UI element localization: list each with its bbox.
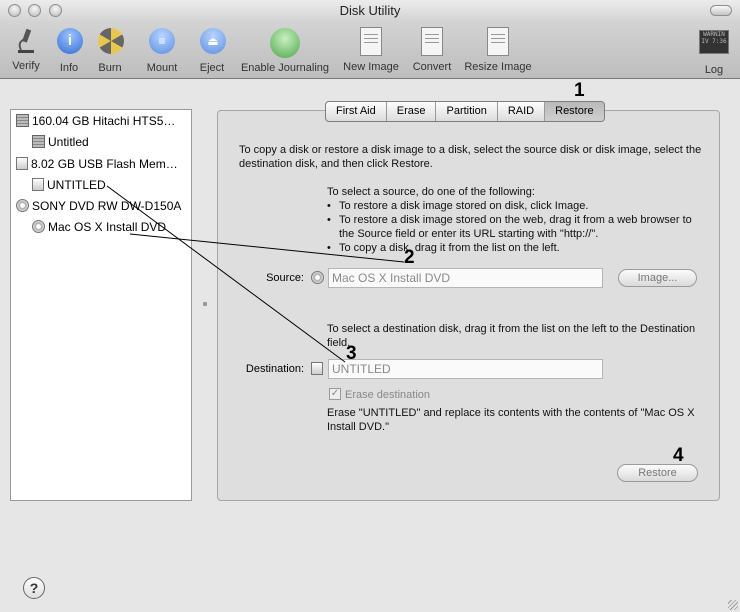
sidebar-item-label: 8.02 GB USB Flash Mem… (31, 157, 178, 171)
callout-2: 2 (404, 247, 415, 268)
burn-label: Burn (98, 62, 122, 74)
dvd-icon (32, 220, 45, 233)
sidebar-item-label: 160.04 GB Hitachi HTS5… (32, 114, 176, 128)
log-label: Log (704, 64, 724, 76)
usb-disk-icon (16, 157, 28, 170)
sidebar-item-label: UNTITLED (47, 178, 106, 192)
erase-warning-text: Erase "UNTITLED" and replace its content… (327, 407, 695, 433)
hard-disk-icon (16, 114, 29, 127)
sidebar-item-label: Mac OS X Install DVD (48, 220, 167, 234)
new-image-icon (360, 27, 382, 56)
volume-icon (32, 135, 45, 148)
sidebar-item-usb-flash[interactable]: 8.02 GB USB Flash Mem… (16, 155, 178, 173)
eject-icon: ⏏ (200, 28, 226, 54)
burn-button[interactable]: Burn (96, 26, 124, 74)
sidebar-item-mac-os-dvd[interactable]: Mac OS X Install DVD (32, 218, 166, 236)
tab-first-aid[interactable]: First Aid (326, 102, 387, 121)
tab-raid[interactable]: RAID (498, 102, 546, 121)
info-icon: i (57, 28, 83, 54)
verify-label: Verify (12, 60, 40, 72)
bullet-1: • (327, 200, 331, 212)
destination-disk-icon (311, 362, 323, 375)
source-bullet-3: To copy a disk, drag it from the list on… (339, 242, 560, 254)
journaling-icon (270, 28, 300, 58)
image-button[interactable]: Image... (618, 269, 697, 287)
sidebar-item-label: Untitled (48, 135, 89, 149)
mount-icon: ≡ (149, 28, 175, 54)
sidebar-item-label: SONY DVD RW DW-D150A (32, 199, 182, 213)
info-button[interactable]: i Info (55, 26, 83, 74)
callout-1: 1 (574, 80, 585, 101)
source-dvd-icon (311, 271, 324, 284)
restore-button[interactable]: Restore (617, 464, 698, 482)
mount-button[interactable]: ≡ Mount (144, 26, 180, 74)
erase-destination-checkbox[interactable]: ✓ (329, 388, 341, 400)
info-label: Info (59, 62, 79, 74)
source-label: Source: (266, 272, 304, 284)
destination-instructions: To select a destination disk, drag it fr… (327, 323, 696, 349)
microscope-icon (11, 26, 41, 56)
verify-button[interactable]: Verify (9, 26, 43, 72)
volume-icon (32, 178, 44, 191)
sidebar-item-hitachi-disk[interactable]: 160.04 GB Hitachi HTS5… (16, 112, 175, 130)
enable-journaling-button[interactable]: Enable Journaling (238, 26, 332, 74)
burn-icon (98, 28, 124, 54)
destination-label: Destination: (245, 363, 304, 375)
resize-image-icon (487, 27, 509, 56)
optical-drive-icon (16, 199, 29, 212)
new-image-button[interactable]: New Image (341, 26, 401, 73)
bullet-3: • (327, 242, 331, 254)
resize-grip[interactable] (728, 600, 738, 610)
eject-label: Eject (199, 62, 225, 74)
tab-bar: First Aid Erase Partition RAID Restore (325, 101, 605, 122)
enable-journaling-label: Enable Journaling (240, 62, 330, 74)
convert-label: Convert (412, 61, 452, 73)
eject-button[interactable]: ⏏ Eject (198, 26, 226, 74)
destination-field[interactable]: UNTITLED (328, 359, 603, 379)
source-field[interactable]: Mac OS X Install DVD (328, 268, 603, 288)
source-instructions-title: To select a source, do one of the follow… (327, 186, 535, 198)
close-window-button[interactable] (8, 4, 21, 17)
split-view-handle[interactable] (203, 302, 207, 306)
disk-utility-window: Disk Utility Verify i Info Burn ≡ Mount … (0, 0, 740, 612)
source-bullet-1: To restore a disk image stored on disk, … (339, 200, 589, 212)
sidebar-item-sony-dvd[interactable]: SONY DVD RW DW-D150A (16, 197, 181, 215)
toolbar: Verify i Info Burn ≡ Mount ⏏ Eject Enabl… (0, 22, 740, 79)
tab-partition[interactable]: Partition (436, 102, 498, 121)
title-bar: Disk Utility (0, 0, 740, 22)
zoom-window-button[interactable] (49, 4, 62, 17)
log-icon: WARNIN IV 7:36 (699, 30, 729, 54)
callout-3: 3 (346, 343, 357, 364)
convert-button[interactable]: Convert (410, 26, 454, 73)
mount-label: Mount (146, 62, 178, 74)
disk-list-sidebar[interactable]: 160.04 GB Hitachi HTS5… Untitled 8.02 GB… (10, 109, 192, 501)
tab-erase[interactable]: Erase (387, 102, 437, 121)
sidebar-item-untitled-usb-volume[interactable]: UNTITLED (32, 176, 106, 194)
erase-destination-label: Erase destination (345, 389, 430, 401)
sidebar-item-untitled-volume[interactable]: Untitled (32, 133, 89, 151)
source-bullet-2: To restore a disk image stored on the we… (339, 214, 692, 240)
restore-intro-text: To copy a disk or restore a disk image t… (239, 144, 702, 170)
toolbar-toggle-button[interactable] (710, 5, 732, 16)
window-title: Disk Utility (339, 3, 401, 18)
resize-image-label: Resize Image (464, 61, 532, 73)
minimize-window-button[interactable] (28, 4, 41, 17)
resize-image-button[interactable]: Resize Image (463, 26, 533, 73)
log-button[interactable]: WARNIN IV 7:36 Log (698, 26, 730, 76)
tab-restore[interactable]: Restore (545, 102, 604, 121)
callout-4: 4 (673, 445, 684, 466)
convert-icon (421, 27, 443, 56)
help-button[interactable]: ? (23, 577, 45, 599)
bullet-2: • (327, 214, 331, 226)
new-image-label: New Image (343, 61, 399, 73)
